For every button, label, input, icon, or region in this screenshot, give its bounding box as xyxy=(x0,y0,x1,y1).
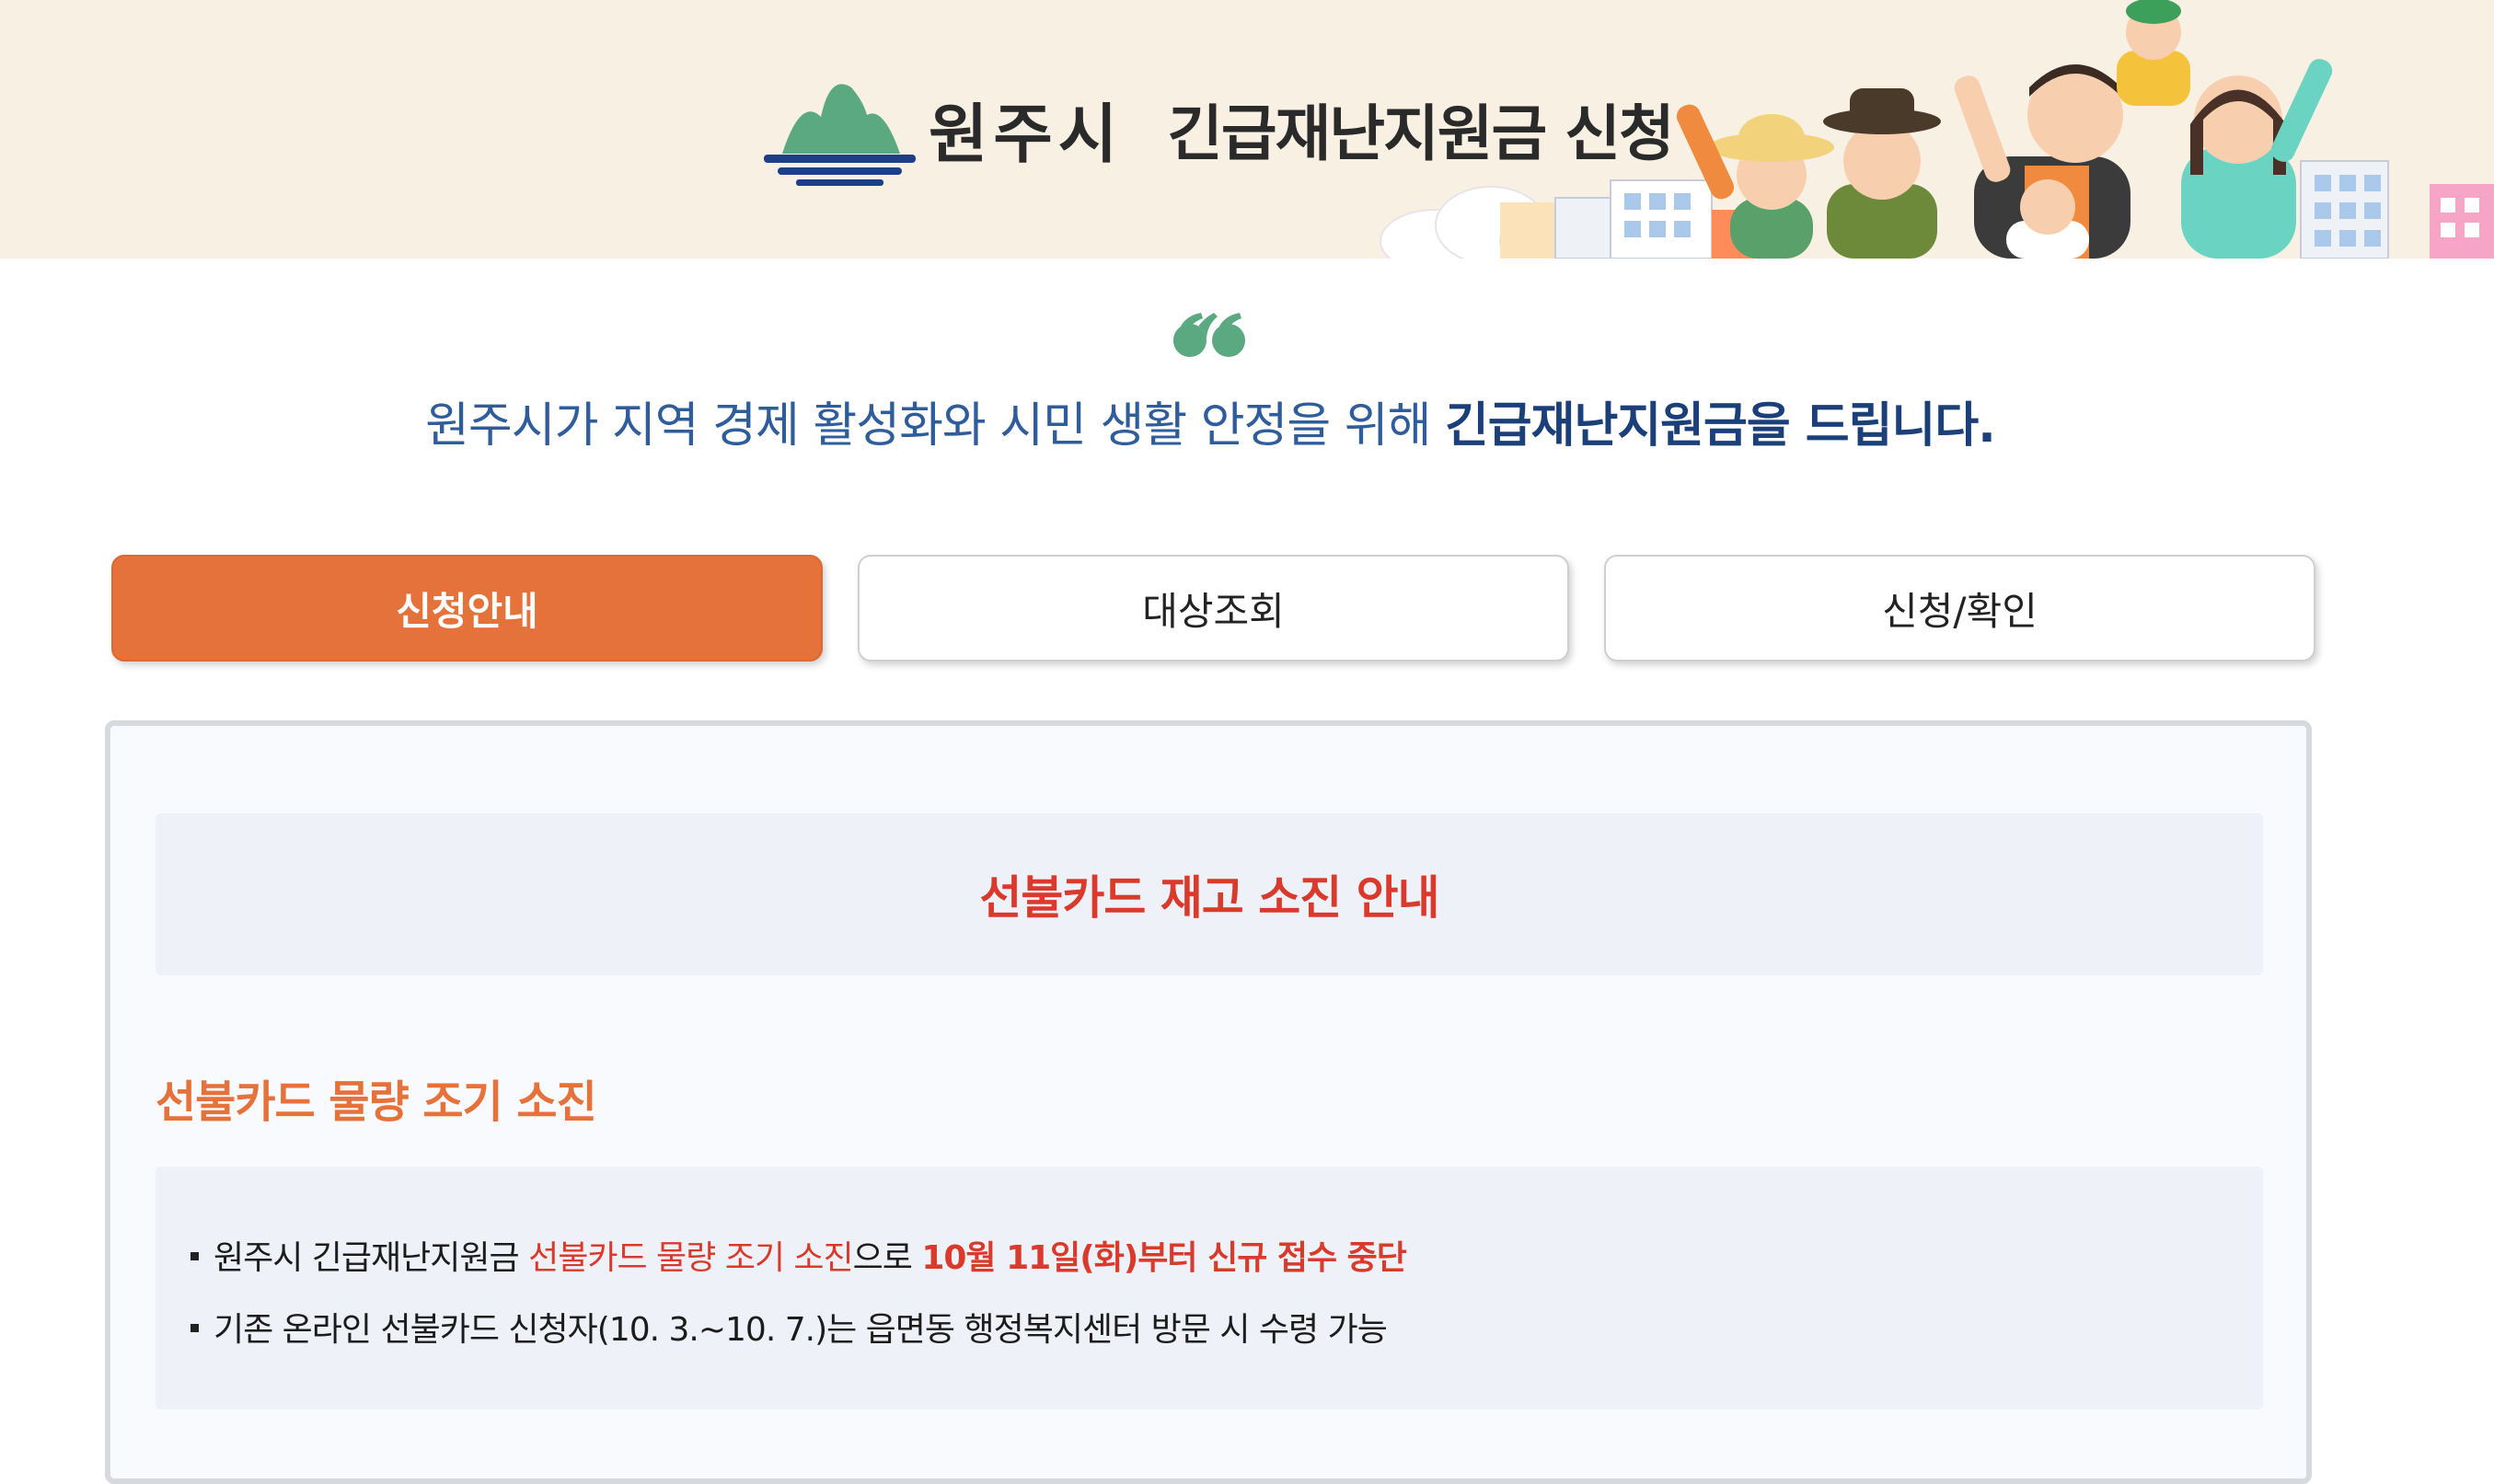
banner-title-group: 원주시 긴급재난지원금 신청 xyxy=(764,64,1675,193)
notice-banner: 선불카드 재고 소진 안내 xyxy=(156,813,2263,975)
tab-application-guide[interactable]: 신청안내 xyxy=(111,555,823,661)
city-name: 원주시 xyxy=(929,96,1124,172)
info-text: 으로 xyxy=(852,1239,922,1277)
info-text: 원주시 긴급재난지원금 xyxy=(214,1239,529,1277)
list-item: 원주시 긴급재난지원금 선불카드 물량 조기 소진으로 10월 11일(화)부터… xyxy=(191,1231,1407,1279)
list-item: 기존 온라인 선불카드 신청자(10. 3.~10. 7.)는 읍면동 행정복지… xyxy=(191,1303,1388,1351)
section-heading: 선불카드 물량 조기 소진 xyxy=(156,1076,597,1128)
notice-title: 선불카드 재고 소진 안내 xyxy=(979,871,1439,925)
info-text: 기존 온라인 선불카드 신청자(10. 3.~10. 7.)는 읍면동 행정복지… xyxy=(214,1311,1388,1349)
intro-message: 원주시가 지역 경제 활성화와 시민 생활 안정을 위해 긴급재난지원금을 드립… xyxy=(0,386,2420,455)
info-highlight-strong: 10월 11일(화)부터 신규 접수 중단 xyxy=(921,1239,1407,1277)
tab-apply-confirm[interactable]: 신청/확인 xyxy=(1604,555,2315,661)
intro-text: 원주시가 지역 경제 활성화와 시민 생활 안정을 위해 xyxy=(425,398,1445,454)
info-highlight: 선불카드 물량 조기 소진 xyxy=(528,1239,854,1277)
intro-text-strong: 긴급재난지원금을 드립니다. xyxy=(1444,398,1996,454)
city-logo-icon[interactable] xyxy=(764,69,916,189)
tab-eligibility-check[interactable]: 대상조회 xyxy=(858,555,1569,661)
banner-title: 긴급재난지원금 신청 xyxy=(1167,98,1674,169)
info-box: 원주시 긴급재난지원금 선불카드 물량 조기 소진으로 10월 11일(화)부터… xyxy=(156,1167,2263,1409)
header-banner: 원주시 긴급재난지원금 신청 xyxy=(0,0,2494,259)
bullet-icon xyxy=(191,1323,199,1332)
bullet-icon xyxy=(191,1251,199,1260)
quote-icon xyxy=(1173,313,1245,357)
tab-bar: 신청안내 대상조회 신청/확인 xyxy=(111,555,2315,663)
